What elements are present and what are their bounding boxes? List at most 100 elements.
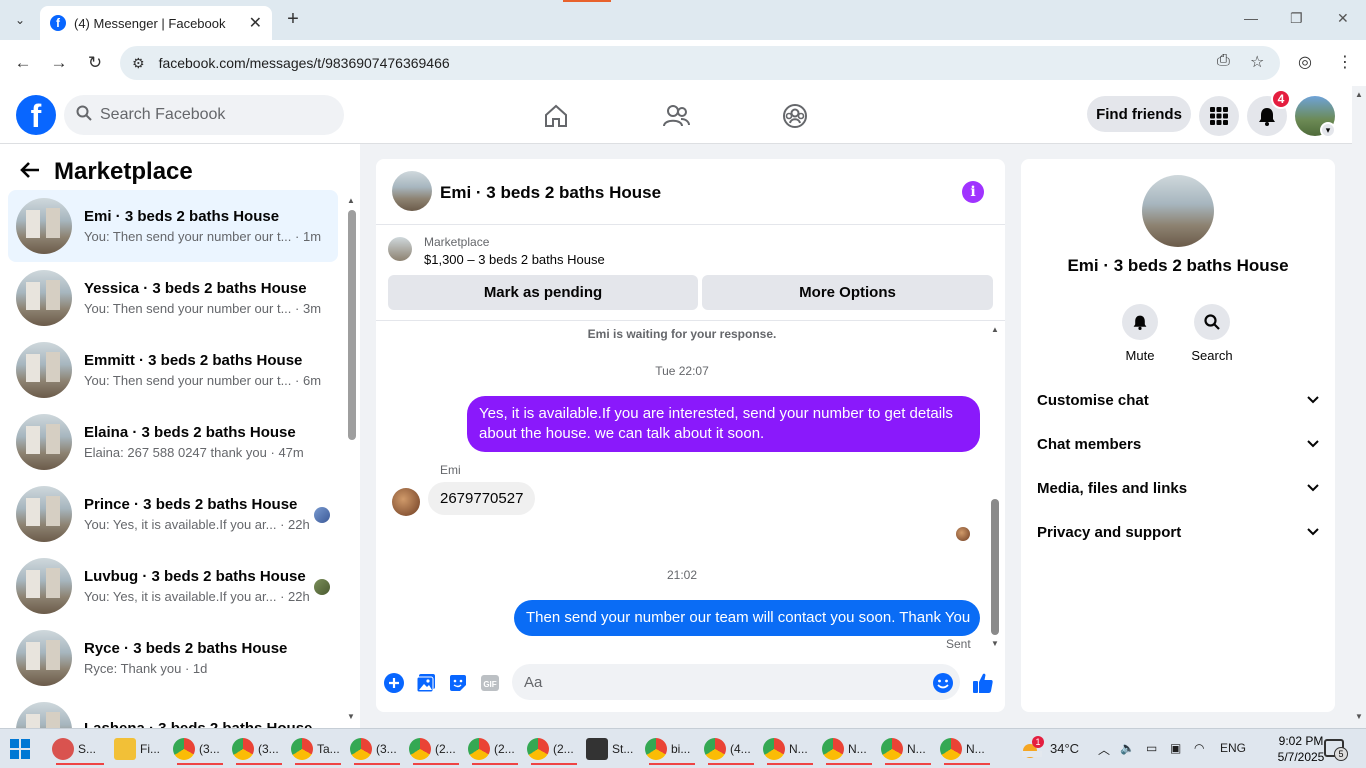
install-app-icon[interactable]: ⎙ xyxy=(1217,52,1230,70)
listing-price[interactable]: $1,300 – 3 beds 2 baths House xyxy=(424,252,605,267)
taskbar-app[interactable]: St... xyxy=(586,733,640,765)
new-tab-button[interactable]: + xyxy=(282,8,304,30)
url-field[interactable]: ⚙ facebook.com/messages/t/98369074763694… xyxy=(120,46,1280,80)
like-thumbs-up-icon[interactable] xyxy=(972,672,994,694)
bookmark-star-icon[interactable]: ☆ xyxy=(1250,52,1264,72)
forward-button[interactable]: → xyxy=(48,52,70,74)
conversation-time: · 22h xyxy=(280,517,310,532)
search-input[interactable] xyxy=(100,106,320,124)
contact-avatar[interactable] xyxy=(1142,175,1214,247)
chat-members-row[interactable]: Chat members xyxy=(1037,422,1319,466)
conversation-item[interactable]: Emi · 3 beds 2 baths House You: Then sen… xyxy=(8,190,338,262)
account-chevron-down-icon[interactable]: ▾ xyxy=(1320,122,1336,138)
clock[interactable]: 9:02 PM 5/7/2025 xyxy=(1270,733,1332,765)
message-input[interactable] xyxy=(524,673,924,691)
tab-close-icon[interactable]: ✕ xyxy=(249,13,262,33)
tab-search-icon[interactable]: ⌄ xyxy=(8,8,32,32)
language-indicator[interactable]: ENG xyxy=(1220,741,1246,755)
marketplace-conversation-panel: Marketplace Emi · 3 beds 2 baths House Y… xyxy=(0,144,360,758)
taskbar-app[interactable]: bi... xyxy=(645,733,699,765)
scrollbar-thumb[interactable] xyxy=(991,499,999,635)
taskbar-app[interactable]: (3... xyxy=(173,733,227,765)
back-arrow-icon[interactable] xyxy=(20,158,40,186)
taskbar-app-label: N... xyxy=(848,742,867,756)
media-files-links-row[interactable]: Media, files and links xyxy=(1037,466,1319,510)
volume-icon[interactable]: 🔈 xyxy=(1120,741,1135,755)
taskbar-app[interactable]: N... xyxy=(881,733,935,765)
taskbar-app[interactable]: (2... xyxy=(527,733,581,765)
taskbar-app[interactable]: Fi... xyxy=(114,733,168,765)
scroll-down-arrow-icon[interactable]: ▼ xyxy=(1355,712,1363,721)
info-icon[interactable]: i xyxy=(962,181,984,203)
photo-icon[interactable] xyxy=(415,672,437,694)
battery-icon[interactable]: ▭ xyxy=(1146,741,1157,755)
outgoing-message[interactable]: Then send your number our team will cont… xyxy=(514,600,980,636)
taskbar-app[interactable]: (3... xyxy=(232,733,286,765)
sticker-icon[interactable] xyxy=(447,672,469,694)
conversation-item[interactable]: Luvbug · 3 beds 2 baths House You: Yes, … xyxy=(8,550,338,622)
chat-scrollbar[interactable]: ▲ ▼ xyxy=(989,325,1001,651)
scrollbar-thumb[interactable] xyxy=(348,210,356,440)
conversation-item[interactable]: Elaina · 3 beds 2 baths House Elaina: 26… xyxy=(8,406,338,478)
facebook-logo-icon[interactable]: f xyxy=(16,95,56,135)
taskbar-app[interactable]: N... xyxy=(822,733,876,765)
mute-button[interactable]: Mute xyxy=(1110,304,1170,363)
menu-grid-icon[interactable] xyxy=(1199,96,1239,136)
conversation-item[interactable]: Ryce · 3 beds 2 baths House Ryce: Thank … xyxy=(8,622,338,694)
page-scrollbar[interactable]: ▲ ▼ xyxy=(1352,86,1366,726)
taskbar-app[interactable]: S... xyxy=(52,733,108,765)
restore-button[interactable]: ❐ xyxy=(1290,10,1303,27)
scroll-up-arrow-icon[interactable]: ▲ xyxy=(347,196,355,205)
conversation-list-scrollbar[interactable]: ▲ ▼ xyxy=(347,196,357,726)
wifi-icon[interactable]: ◠ xyxy=(1194,741,1204,755)
scroll-down-arrow-icon[interactable]: ▼ xyxy=(347,712,355,721)
search-box[interactable] xyxy=(64,95,344,135)
taskbar-app[interactable]: Ta... xyxy=(291,733,345,765)
display-icon[interactable]: ▣ xyxy=(1170,741,1181,755)
chevron-up-icon[interactable]: ︿ xyxy=(1098,741,1110,758)
outgoing-message[interactable]: Yes, it is available.If you are interest… xyxy=(467,396,980,452)
taskbar-app[interactable]: (2... xyxy=(468,733,522,765)
windows-start-icon[interactable] xyxy=(10,739,30,759)
search-icon xyxy=(1194,304,1230,340)
reload-button[interactable]: ↻ xyxy=(84,52,106,74)
gif-icon[interactable]: GIF xyxy=(479,672,501,694)
seen-avatar xyxy=(314,507,330,523)
taskbar-app[interactable]: N... xyxy=(940,733,994,765)
conversation-item[interactable]: Yessica · 3 beds 2 baths House You: Then… xyxy=(8,262,338,334)
taskbar-app[interactable]: N... xyxy=(763,733,817,765)
more-options-button[interactable]: More Options xyxy=(702,275,993,310)
friends-icon[interactable] xyxy=(660,100,692,132)
conversation-item[interactable]: Emmitt · 3 beds 2 baths House You: Then … xyxy=(8,334,338,406)
close-window-button[interactable]: ✕ xyxy=(1337,10,1349,27)
add-plus-icon[interactable] xyxy=(383,672,405,694)
back-button[interactable]: ← xyxy=(12,52,34,74)
mark-pending-button[interactable]: Mark as pending xyxy=(388,275,698,310)
message-input-box[interactable] xyxy=(512,664,960,700)
privacy-support-row[interactable]: Privacy and support xyxy=(1037,510,1319,554)
scroll-up-arrow-icon[interactable]: ▲ xyxy=(1355,90,1363,99)
scroll-down-arrow-icon[interactable]: ▼ xyxy=(991,639,999,648)
chat-title[interactable]: Emi · 3 beds 2 baths House xyxy=(440,183,661,203)
sender-avatar[interactable] xyxy=(392,488,420,516)
browser-menu-icon[interactable]: ⋮ xyxy=(1337,52,1353,72)
find-friends-button[interactable]: Find friends xyxy=(1087,96,1191,132)
taskbar-app[interactable]: (3... xyxy=(350,733,404,765)
taskbar-app[interactable]: (2... xyxy=(409,733,463,765)
customise-chat-row[interactable]: Customise chat xyxy=(1037,378,1319,422)
taskbar-app[interactable]: (4... xyxy=(704,733,758,765)
scroll-up-arrow-icon[interactable]: ▲ xyxy=(991,325,999,334)
site-info-icon[interactable]: ⚙ xyxy=(132,55,145,72)
home-icon[interactable] xyxy=(540,100,572,132)
minimize-button[interactable]: — xyxy=(1244,10,1258,26)
conversation-item[interactable]: Prince · 3 beds 2 baths House You: Yes, … xyxy=(8,478,338,550)
search-in-chat-button[interactable]: Search xyxy=(1182,304,1242,363)
groups-icon[interactable] xyxy=(779,100,811,132)
temperature[interactable]: 34°C xyxy=(1050,741,1079,756)
emoji-icon[interactable] xyxy=(932,672,954,694)
browser-tab-messenger[interactable]: f (4) Messenger | Facebook ✕ xyxy=(40,6,272,40)
chat-avatar[interactable] xyxy=(392,171,432,211)
profile-icon[interactable]: ◎ xyxy=(1298,52,1312,72)
incoming-message[interactable]: 2679770527 xyxy=(428,482,536,515)
timestamp: Tue 22:07 xyxy=(655,364,709,378)
